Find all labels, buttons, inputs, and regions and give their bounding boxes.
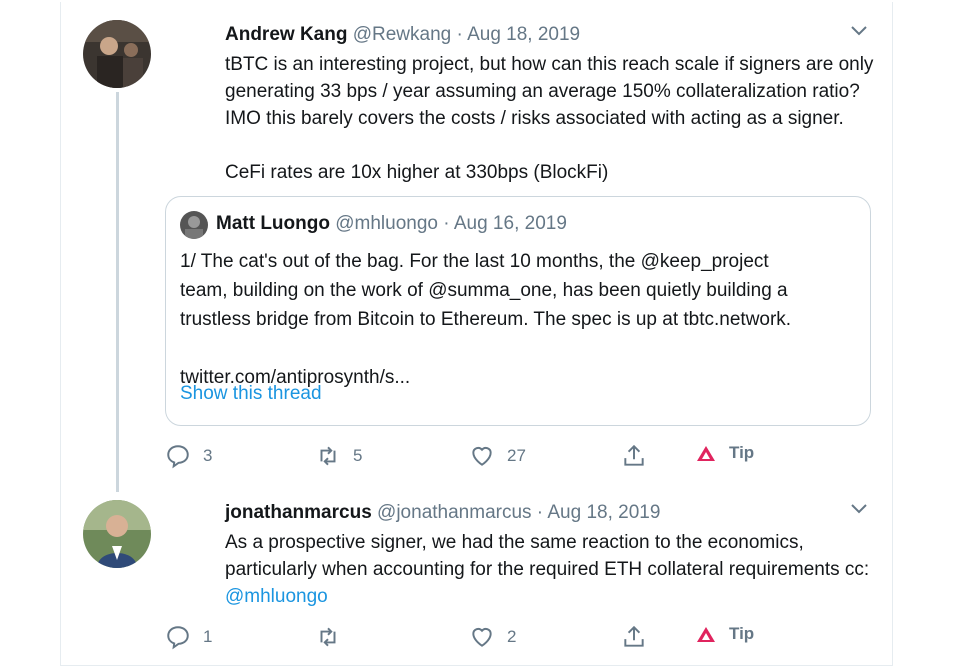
show-thread-link[interactable]: Show this thread — [180, 383, 322, 405]
tip-label: Tip — [729, 624, 755, 643]
retweet-count: 5 — [353, 446, 363, 465]
share-button[interactable] — [621, 443, 659, 469]
tweet-jonathanmarcus[interactable]: jonathanmarcus @jonathanmarcus · Aug 18,… — [61, 482, 892, 666]
tweet-text: tBTC is an interesting project, but how … — [225, 54, 874, 183]
tip-button[interactable]: Tip — [697, 624, 754, 644]
tweet-header: Andrew Kang @Rewkang · Aug 18, 2019 — [225, 24, 580, 46]
like-icon — [472, 627, 492, 647]
retweet-button[interactable]: 5 — [315, 443, 362, 469]
reply-button[interactable]: 1 — [165, 624, 212, 650]
tweet-header: jonathanmarcus @jonathanmarcus · Aug 18,… — [225, 502, 660, 524]
separator: · — [531, 502, 548, 523]
reply-icon — [167, 626, 189, 650]
display-name[interactable]: Andrew Kang — [225, 24, 347, 45]
separator: · — [451, 24, 468, 45]
quoted-handle: @mhluongo — [335, 213, 438, 234]
tip-icon — [697, 626, 715, 642]
like-count: 2 — [507, 627, 517, 646]
tip-label: Tip — [729, 443, 755, 462]
tip-icon — [697, 445, 715, 461]
like-button[interactable]: 2 — [469, 624, 516, 650]
avatar[interactable] — [83, 20, 151, 88]
tip-button[interactable]: Tip — [697, 443, 754, 463]
reply-button[interactable]: 3 — [165, 443, 212, 469]
quoted-display-name: Matt Luongo — [216, 213, 330, 234]
share-button[interactable] — [621, 624, 659, 650]
display-name[interactable]: jonathanmarcus — [225, 502, 372, 523]
tweet-actions: 3 5 27 Tip — [165, 443, 862, 473]
reply-icon — [167, 445, 189, 469]
like-count: 27 — [507, 446, 526, 465]
thread-line — [116, 92, 119, 492]
quoted-tweet[interactable]: Matt Luongo @mhluongo · Aug 16, 2019 1/ … — [165, 196, 871, 426]
handle[interactable]: @jonathanmarcus — [377, 502, 531, 523]
tweet-text: As a prospective signer, we had the same… — [225, 529, 869, 610]
quoted-text: 1/ The cat's out of the bag. For the las… — [180, 251, 792, 388]
like-button[interactable]: 27 — [469, 443, 526, 469]
reply-count: 3 — [203, 446, 213, 465]
retweet-button[interactable] — [315, 624, 353, 650]
chevron-down-icon[interactable] — [850, 24, 868, 42]
timestamp[interactable]: Aug 18, 2019 — [467, 24, 580, 45]
quoted-timestamp: Aug 16, 2019 — [453, 213, 567, 234]
share-icon — [624, 444, 644, 466]
share-icon — [624, 625, 644, 647]
retweet-icon — [320, 627, 336, 647]
avatar[interactable] — [83, 500, 151, 568]
tweet-andrew-kang[interactable]: Andrew Kang @Rewkang · Aug 18, 2019 tBTC… — [61, 2, 892, 492]
timeline-card: Andrew Kang @Rewkang · Aug 18, 2019 tBTC… — [60, 2, 893, 666]
like-icon — [472, 446, 492, 466]
tweet-body: As a prospective signer, we had the same… — [225, 532, 870, 580]
timestamp[interactable]: Aug 18, 2019 — [547, 502, 660, 523]
reply-count: 1 — [203, 627, 213, 646]
quoted-avatar — [180, 211, 208, 239]
quoted-header: Matt Luongo @mhluongo · Aug 16, 2019 — [216, 213, 567, 235]
tweet-actions: 1 2 Tip — [165, 624, 862, 654]
handle[interactable]: @Rewkang — [353, 24, 452, 45]
quoted-separator: · — [438, 213, 454, 234]
retweet-icon — [320, 446, 336, 466]
mention-link[interactable]: @mhluongo — [225, 586, 328, 607]
chevron-down-icon[interactable] — [850, 502, 868, 520]
